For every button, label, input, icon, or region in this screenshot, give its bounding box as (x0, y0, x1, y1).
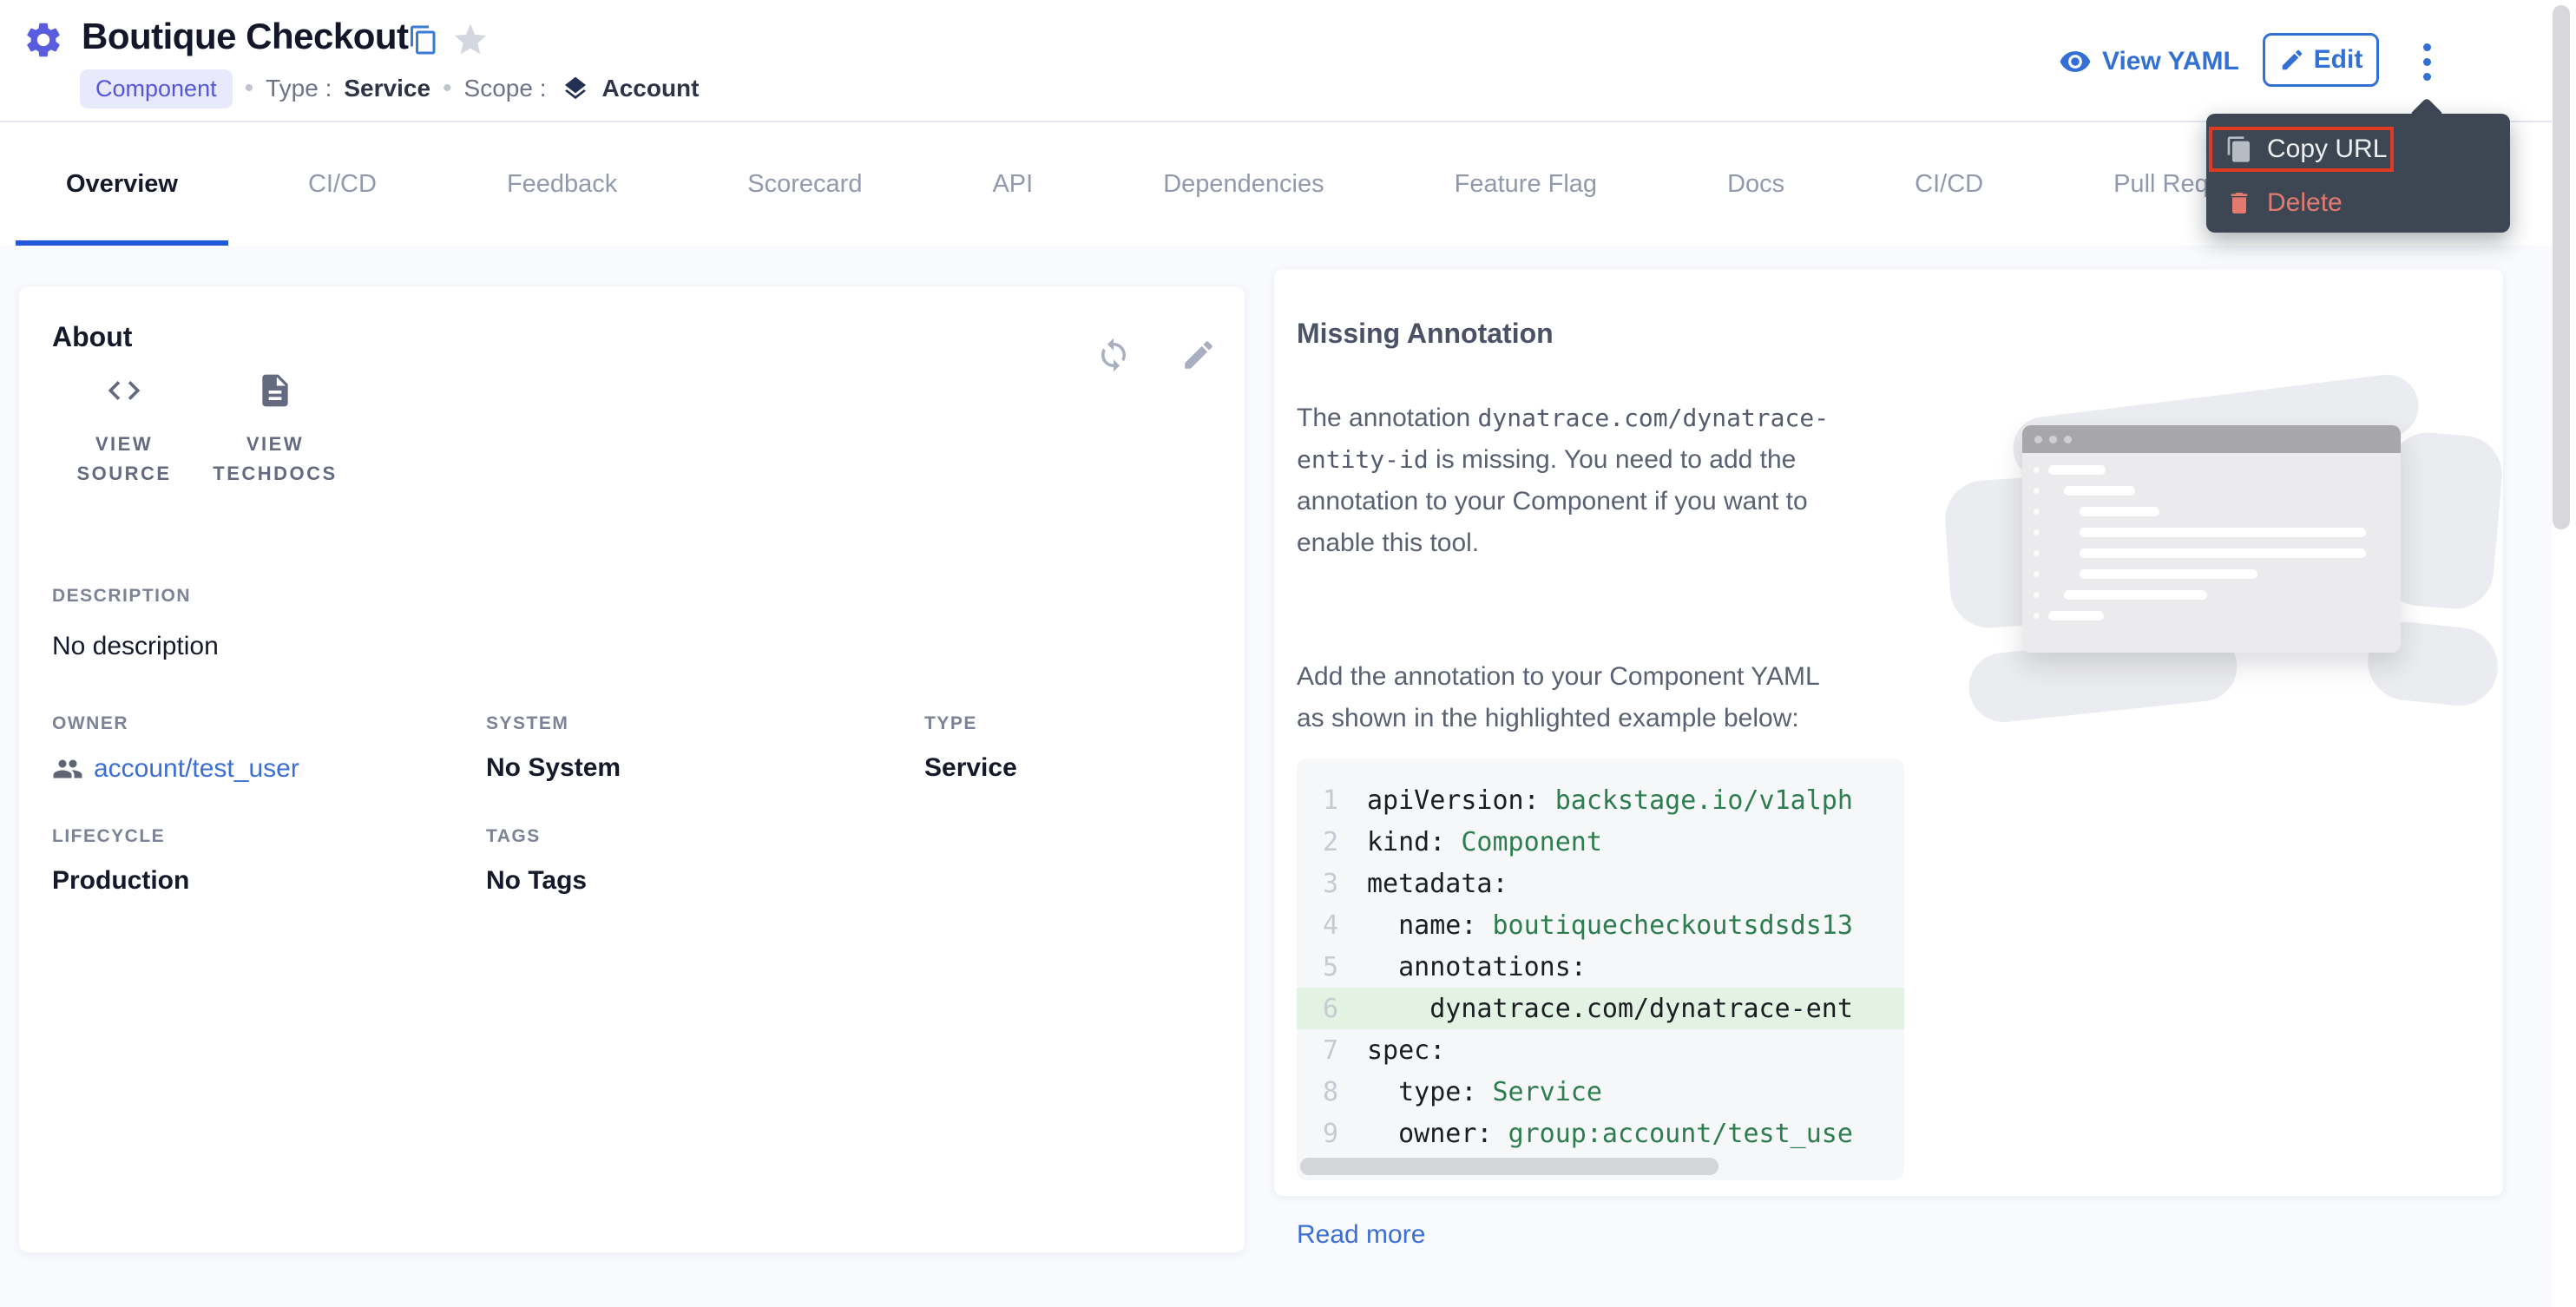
copy-url-highlight-annotation (2209, 127, 2394, 172)
missing-annotation-paragraph: The annotation dynatrace.com/dynatrace-e… (1297, 397, 1852, 564)
code-line-1: 1apiVersion: backstage.io/v1alph (1297, 779, 1904, 821)
type-label: Type : (266, 75, 332, 102)
menu-item-delete[interactable]: Delete (2225, 181, 2343, 226)
entity-meta-row: Component • Type : Service • Scope : Acc… (80, 69, 699, 108)
lifecycle-label: LIFECYCLE (52, 826, 165, 847)
view-yaml-label: View YAML (2102, 47, 2239, 76)
eye-icon (2059, 45, 2092, 78)
missing-annotation-card: Missing Annotation The annotation dynatr… (1274, 269, 2503, 1196)
code-line-6-highlighted: 6 dynatrace.com/dynatrace-ent (1297, 988, 1904, 1029)
page-header: Boutique Checkout Component • Type : Ser… (0, 0, 2576, 122)
missing-annotation-title: Missing Annotation (1297, 318, 1554, 350)
pencil-icon (2279, 47, 2305, 73)
yaml-code-lines: 1apiVersion: backstage.io/v1alph 2kind: … (1297, 779, 1904, 1154)
view-techdocs-label-2: TECHDOCS (184, 459, 366, 489)
refresh-icon[interactable] (1095, 337, 1132, 373)
component-gear-icon (23, 19, 64, 61)
page-scrollbar-thumb[interactable] (2553, 5, 2570, 529)
type-value: Service (344, 75, 430, 102)
scope-layers-icon (562, 75, 589, 102)
view-yaml-button[interactable]: View YAML (2059, 45, 2239, 78)
lifecycle-value: Production (52, 866, 189, 896)
description-value: No description (52, 632, 219, 661)
tab-api[interactable]: API (992, 122, 1033, 246)
read-more-link[interactable]: Read more (1297, 1220, 1425, 1250)
description-label: DESCRIPTION (52, 586, 191, 607)
scope-label: Scope : (464, 75, 547, 102)
tab-dependencies[interactable]: Dependencies (1163, 122, 1324, 246)
copy-name-icon[interactable] (408, 24, 439, 56)
tab-overview[interactable]: Overview (66, 122, 178, 246)
about-title: About (52, 321, 132, 353)
group-people-icon (52, 753, 83, 785)
system-value: No System (486, 753, 621, 783)
view-techdocs-label-1: VIEW (184, 430, 366, 459)
type-field-value: Service (924, 753, 1017, 783)
code-line-7: 7spec: (1297, 1029, 1904, 1071)
favorite-star-icon[interactable] (451, 21, 490, 59)
document-icon (256, 371, 294, 410)
edit-button-label: Edit (2314, 45, 2363, 75)
tab-scorecard[interactable]: Scorecard (747, 122, 862, 246)
tab-cicd-2[interactable]: CI/CD (1915, 122, 1983, 246)
code-horizontal-scrollbar[interactable] (1300, 1158, 1718, 1175)
type-field-label: TYPE (924, 713, 977, 734)
tags-value: No Tags (486, 866, 587, 896)
separator-dot: • (443, 74, 452, 103)
trash-icon (2225, 189, 2253, 217)
tab-feedback[interactable]: Feedback (507, 122, 617, 246)
owner-label: OWNER (52, 713, 128, 734)
yaml-code-block: 1apiVersion: backstage.io/v1alph 2kind: … (1297, 759, 1904, 1180)
tab-cicd[interactable]: CI/CD (308, 122, 377, 246)
entity-page: Boutique Checkout Component • Type : Ser… (0, 0, 2576, 1307)
code-line-5: 5 annotations: (1297, 946, 1904, 988)
more-options-kebab-icon[interactable] (2409, 35, 2444, 89)
scope-value: Account (601, 75, 699, 102)
delete-label: Delete (2267, 188, 2343, 218)
illustration-window-titlebar (2022, 425, 2401, 453)
edit-about-pencil-icon[interactable] (1180, 337, 1217, 373)
page-title: Boutique Checkout (82, 16, 409, 57)
tab-docs[interactable]: Docs (1727, 122, 1784, 246)
about-card: About VIEWSOURCE VIEWTECHDOCS DESCRIPTIO… (19, 286, 1245, 1252)
owner-value: account/test_user (94, 754, 299, 784)
view-techdocs-link[interactable]: VIEWTECHDOCS (184, 371, 366, 489)
code-icon (105, 371, 143, 410)
kind-chip: Component (80, 69, 233, 108)
code-line-3: 3metadata: (1297, 863, 1904, 904)
code-line-9: 9 owner: group:account/test_use (1297, 1113, 1904, 1154)
code-line-8: 8 type: Service (1297, 1071, 1904, 1113)
code-line-2: 2kind: Component (1297, 821, 1904, 863)
edit-button[interactable]: Edit (2263, 33, 2379, 87)
annotation-instruction: Add the annotation to your Component YAM… (1297, 656, 1830, 739)
tags-label: TAGS (486, 826, 541, 847)
owner-link[interactable]: account/test_user (52, 753, 299, 785)
separator-dot: • (245, 74, 254, 103)
code-window-illustration (1960, 391, 2498, 712)
tab-feature-flag[interactable]: Feature Flag (1455, 122, 1597, 246)
illustration-window (2022, 425, 2401, 653)
system-label: SYSTEM (486, 713, 568, 734)
code-line-4: 4 name: boutiquecheckoutsdsds13 (1297, 904, 1904, 946)
entity-tabs: Overview CI/CD Feedback Scorecard API De… (0, 122, 2576, 246)
